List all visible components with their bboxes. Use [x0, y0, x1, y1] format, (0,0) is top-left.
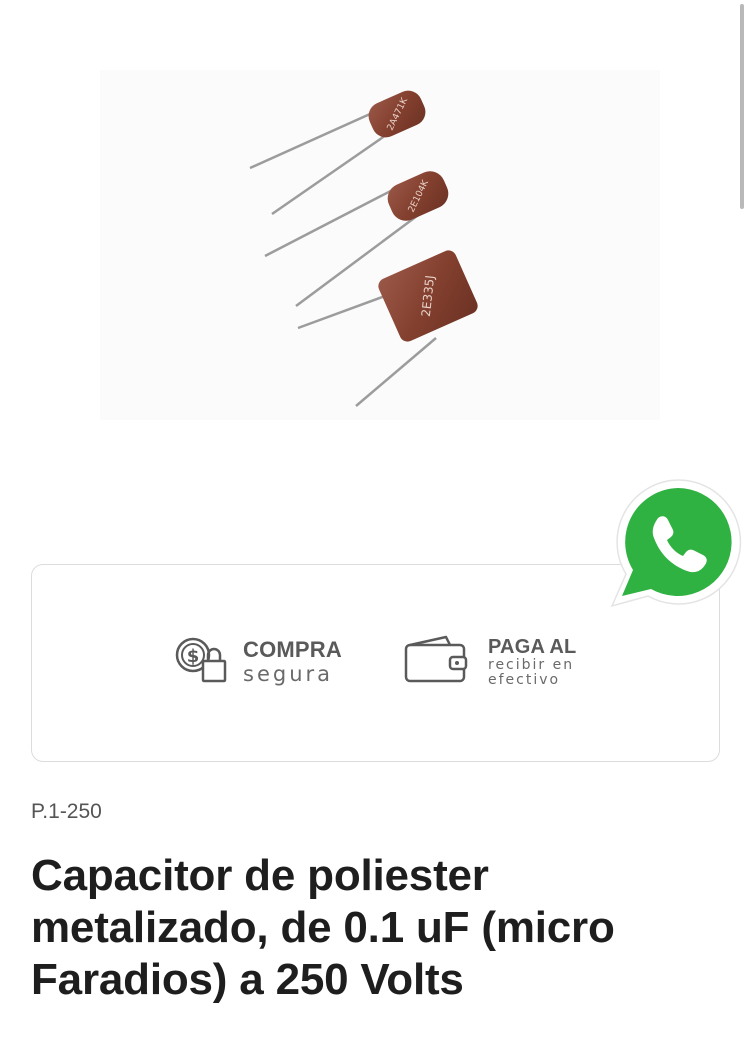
badge-paga-subtitle-2: efectivo [488, 671, 561, 688]
badge-paga-title: PAGA AL [488, 635, 577, 658]
badge-paga-al-recibir: PAGA AL recibir en efectivo [404, 635, 576, 688]
whatsapp-button[interactable] [606, 476, 744, 610]
product-image: 2A471K 2E104K 2E335J [100, 60, 660, 430]
svg-text:$: $ [187, 646, 200, 667]
badge-compra-subtitle: segura [243, 661, 334, 686]
badge-compra-title: COMPRA [243, 636, 342, 662]
coin-lock-icon: $ [175, 633, 229, 690]
whatsapp-icon [610, 479, 742, 608]
scrollbar[interactable] [740, 4, 744, 209]
product-title: Capacitor de poliester metalizado, de 0.… [31, 851, 615, 1004]
badge-compra-segura: $ COMPRA segura [175, 633, 342, 690]
wallet-icon [404, 635, 468, 688]
badge-paga-subtitle-1: recibir en [488, 656, 575, 673]
product-sku: P.1-250 [31, 800, 102, 823]
